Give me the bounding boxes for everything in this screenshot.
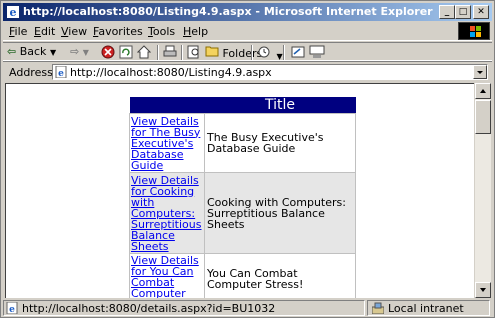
status-bar: e http://localhost:8080/details.aspx?id=… [3,299,492,317]
menu-tools[interactable]: Tools [148,25,175,38]
search-button[interactable] [187,45,201,60]
ie-icon: e [7,6,19,19]
page-content: Title View Details for The Busy Executiv… [5,83,474,298]
svg-text:e: e [10,6,17,19]
maximize-button[interactable]: □ [455,5,471,19]
status-text-pane: e http://localhost:8080/details.aspx?id=… [3,300,365,316]
history-icon [258,46,270,58]
home-icon [136,45,152,59]
folder-icon [205,46,219,57]
back-arrow-icon: ⇦ [7,45,17,58]
discuss-icon [309,45,325,58]
discuss-button[interactable] [309,45,325,60]
scroll-down-button[interactable] [475,282,491,298]
back-button[interactable]: ⇦ Back ▼ [7,45,56,60]
back-label: Back [19,45,47,58]
print-button[interactable] [163,45,177,60]
forward-arrow-icon: ⇨ [70,45,80,58]
grid-header-link [129,97,205,114]
security-zone-pane: Local intranet [367,300,490,316]
vertical-scrollbar[interactable] [475,83,491,298]
window-title: http://localhost:8080/Listing4.9.aspx - … [23,5,433,18]
menu-view[interactable]: View [61,25,87,38]
toolbar-separator [251,45,253,60]
chevron-down-icon [480,288,486,292]
ie-page-icon: e [55,66,67,78]
browser-window: e http://localhost:8080/Listing4.9.aspx … [0,0,495,318]
svg-text:e: e [9,305,15,314]
address-bar: Address e http://localhost:8080/Listing4… [3,61,492,81]
history-button[interactable]: ▼ [257,45,283,61]
refresh-button[interactable] [119,45,133,60]
printer-icon [163,45,177,57]
menu-bar: File Edit View Favorites Tools Help [3,22,492,41]
svg-text:e: e [58,69,64,78]
chevron-down-icon: ▼ [276,52,283,61]
grid-header-row: Title [129,97,356,114]
folders-button[interactable]: Folders [205,45,262,60]
scroll-thumb[interactable] [475,100,491,134]
table-row: View Details for Cooking with Computers:… [129,172,356,254]
table-row: View Details for You Can Combat Computer… [129,253,356,298]
status-text: http://localhost:8080/details.aspx?id=BU… [22,302,276,315]
view-details-link[interactable]: View Details for You Can Combat Computer [129,253,205,298]
intranet-icon [372,302,384,314]
address-url: http://localhost:8080/Listing4.9.aspx [70,66,272,79]
view-details-link[interactable]: View Details for The Busy Executive's Da… [129,113,205,173]
edit-button[interactable] [291,45,305,60]
toolbar-separator [181,45,183,60]
scroll-up-button[interactable] [475,83,491,99]
menu-favorites[interactable]: Favorites [93,25,143,38]
standard-toolbar: ⇦ Back ▼ ⇨ ▼ Folders ▼ [3,42,492,61]
address-input[interactable]: e http://localhost:8080/Listing4.9.aspx [52,64,488,80]
address-label: Address [9,66,53,79]
view-details-link[interactable]: View Details for Cooking with Computers:… [129,172,205,254]
table-row: View Details for The Busy Executive's Da… [129,113,356,173]
chevron-down-icon [477,71,483,74]
minimize-button[interactable]: _ [439,5,455,19]
security-zone-text: Local intranet [388,302,464,315]
ie-page-icon: e [6,302,18,314]
menu-edit[interactable]: Edit [34,25,55,38]
address-dropdown-button[interactable] [473,65,487,79]
chevron-down-icon: ▼ [82,48,89,57]
toolbar-separator [283,45,285,60]
stop-icon [101,45,115,59]
title-bar: e http://localhost:8080/Listing4.9.aspx … [3,3,492,21]
toolbar-separator [157,45,159,60]
books-grid: Title View Details for The Busy Executiv… [129,97,356,298]
title-cell: Cooking with Computers: Surreptitious Ba… [204,172,356,254]
menu-file[interactable]: File [9,25,27,38]
close-button[interactable]: ✕ [473,5,489,19]
forward-button[interactable]: ⇨ ▼ [70,45,89,60]
grid-header-title: Title [204,97,356,114]
windows-logo-icon [458,22,490,40]
chevron-up-icon [480,89,486,93]
stop-button[interactable] [101,45,115,60]
edit-icon [291,46,305,58]
menu-help[interactable]: Help [183,25,208,38]
title-cell: The Busy Executive's Database Guide [204,113,356,173]
home-button[interactable] [136,45,152,60]
search-icon [187,45,199,59]
refresh-icon [119,45,133,59]
title-cell: You Can Combat Computer Stress! [204,253,356,298]
chevron-down-icon: ▼ [49,48,57,57]
